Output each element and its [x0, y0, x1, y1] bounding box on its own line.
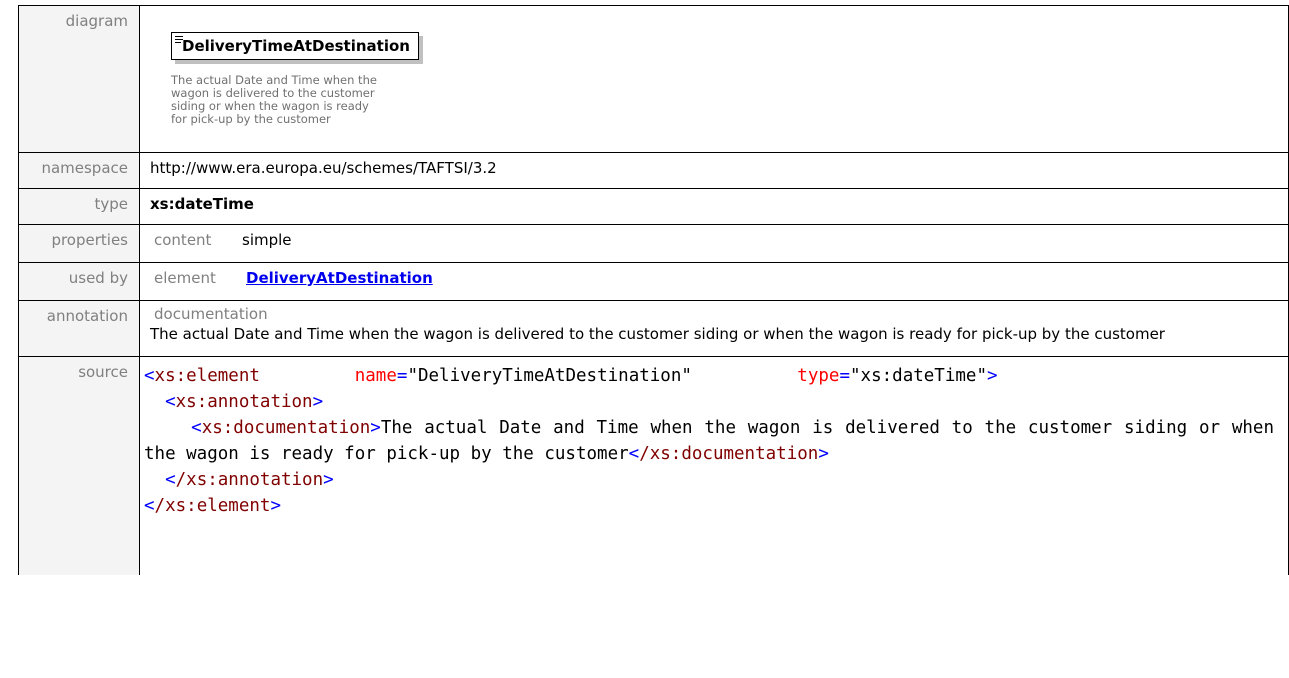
src-attr-name: name	[354, 366, 397, 386]
src-attr-type-value: xs:dateTime	[860, 366, 977, 386]
type-value: xs:dateTime	[150, 195, 254, 213]
row-annotation: annotation documentation The actual Date…	[18, 300, 1289, 357]
annotation-cell: documentation The actual Date and Time w…	[139, 300, 1289, 357]
label-properties: properties	[18, 224, 140, 263]
annotation-documentation-text: The actual Date and Time when the wagon …	[150, 325, 1165, 343]
label-diagram: diagram	[18, 5, 140, 153]
properties-cell: content simple	[139, 224, 1289, 263]
row-source: source <xs:element name="DeliveryTimeAtD…	[18, 356, 1289, 575]
src-close-documentation-tag: /xs:documentation	[639, 444, 819, 464]
used-by-kind-label: element	[154, 269, 216, 287]
diagram-description: The actual Date and Time when the wagon …	[171, 73, 377, 126]
annotation-documentation-label: documentation	[154, 305, 268, 323]
src-open-tag: xs:element	[154, 366, 260, 386]
src-attr-name-value: DeliveryTimeAtDestination	[417, 366, 682, 386]
used-by-link[interactable]: DeliveryAtDestination	[246, 269, 433, 287]
label-source: source	[18, 356, 140, 575]
src-close-element-tag: /xs:element	[154, 496, 271, 516]
label-namespace: namespace	[18, 152, 140, 189]
properties-content-label: content	[154, 231, 212, 249]
diagram: DeliveryTimeAtDestination The actual Dat…	[150, 12, 1278, 152]
row-diagram: diagram DeliveryTimeAtDestination The ac…	[18, 5, 1289, 153]
diagram-element-box[interactable]: DeliveryTimeAtDestination	[171, 32, 419, 60]
properties-content-value: simple	[242, 231, 292, 249]
row-properties: properties content simple	[18, 224, 1289, 263]
label-type: type	[18, 188, 140, 225]
element-doc-table: diagram DeliveryTimeAtDestination The ac…	[18, 5, 1289, 575]
source-code: <xs:element name="DeliveryTimeAtDestinat…	[144, 366, 1285, 516]
row-type: type xs:dateTime	[18, 188, 1289, 225]
src-attr-type: type	[797, 366, 840, 386]
src-documentation-tag: xs:documentation	[201, 418, 371, 438]
src-annotation-tag: xs:annotation	[175, 392, 313, 412]
label-used-by: used by	[18, 262, 140, 301]
used-by-cell: element DeliveryAtDestination	[139, 262, 1289, 301]
src-close-annotation-tag: /xs:annotation	[175, 470, 324, 490]
type-cell: xs:dateTime	[139, 188, 1289, 225]
diagram-cell: DeliveryTimeAtDestination The actual Dat…	[139, 5, 1289, 153]
source-cell: <xs:element name="DeliveryTimeAtDestinat…	[139, 356, 1289, 575]
label-annotation: annotation	[18, 300, 140, 357]
row-namespace: namespace http://www.era.europa.eu/schem…	[18, 152, 1289, 189]
namespace-value: http://www.era.europa.eu/schemes/TAFTSI/…	[139, 152, 1289, 189]
diagram-element-name: DeliveryTimeAtDestination	[182, 37, 410, 55]
row-used-by: used by element DeliveryAtDestination	[18, 262, 1289, 301]
